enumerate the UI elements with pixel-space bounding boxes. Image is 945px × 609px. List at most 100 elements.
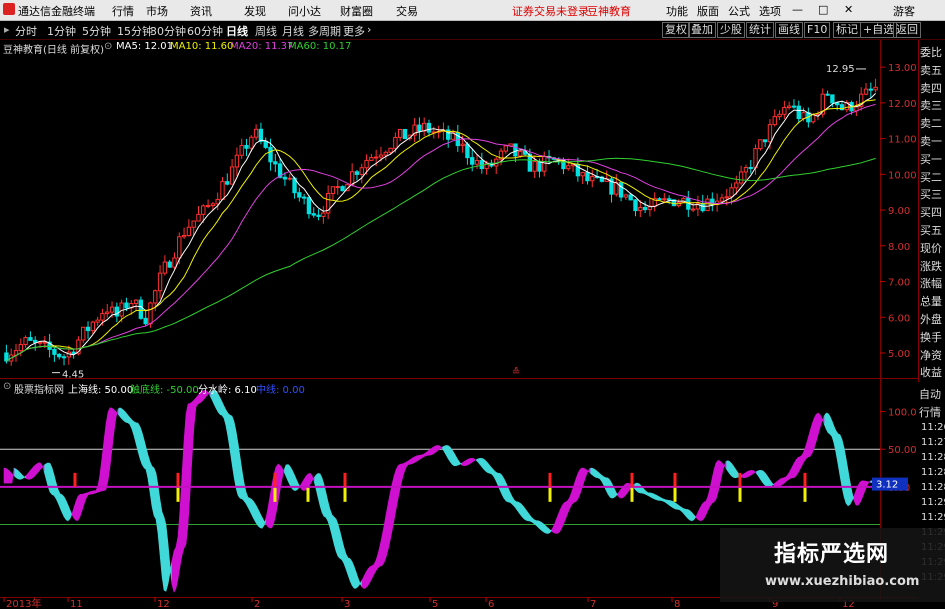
candle-up [205, 205, 211, 208]
candle-up [37, 341, 43, 344]
candle-down [402, 128, 408, 140]
quote-field-3: 卖三 [920, 99, 942, 113]
time-axis-label: 3 [344, 599, 350, 609]
quote-field-10: 买五 [920, 224, 942, 237]
candle-down [417, 124, 422, 132]
candle-up [705, 198, 710, 212]
candle-up [119, 302, 124, 317]
candle-up [81, 326, 86, 341]
candle-up [196, 213, 201, 222]
candle-up [801, 112, 806, 120]
candle-down [57, 353, 62, 358]
indicator-settings-icon[interactable]: ⊙ [3, 381, 11, 392]
candle-up [758, 139, 763, 150]
candle-up [863, 88, 869, 95]
indicator-watershed: 分水岭: 6.10 [198, 385, 257, 396]
signal-bar-red [803, 472, 807, 487]
candle-down [268, 146, 273, 163]
candle-up [542, 155, 547, 172]
candle-up [532, 161, 537, 172]
quote-field-17: 净资 [920, 348, 942, 362]
quote-field-13: 涨幅 [920, 277, 942, 291]
candle-down [52, 348, 57, 355]
candle-up [287, 177, 292, 180]
candle-up [229, 166, 235, 185]
indicator-tick-label: 100.0 [888, 408, 917, 419]
candle-up [378, 154, 384, 158]
time-axis-label: 7 [590, 599, 596, 609]
candle-up [133, 299, 139, 305]
candle-down [628, 194, 633, 201]
candle-up [393, 136, 398, 149]
price-tick-label: 8.00 [888, 242, 910, 253]
candle-up [210, 203, 216, 207]
current-value-label: 3.12 [876, 480, 898, 491]
price-tick-label: 11.00 [888, 135, 917, 146]
signal-bar-yellow [803, 487, 807, 502]
price-tick-label: 13.00 [888, 63, 917, 74]
quote-field-16: 换手 [920, 330, 942, 344]
signal-bar-red [343, 472, 347, 487]
candle-up [810, 114, 816, 123]
auto-field-0[interactable]: 自动 [919, 386, 941, 402]
indicator-mid-line: 中线: 0.00 [256, 385, 305, 396]
quote-field-1: 卖五 [920, 63, 942, 77]
candle-up [349, 171, 355, 186]
candle-up [388, 147, 393, 153]
candle-up [191, 220, 196, 228]
auto-quote-panel: 自动 行情 [918, 384, 945, 424]
quote-panel: 委比 卖五 卖四 卖三 卖二 卖一 买一 买二 买三 买四 买五 现价 涨跌 涨幅 总量 外盘 换手 净资 收益 [918, 40, 945, 382]
candle-up [580, 172, 585, 177]
candle-up [590, 176, 595, 182]
candle-down [114, 306, 120, 317]
price-tick-label: 12.00 [888, 99, 917, 110]
indicator-info-bar: ⊙ 股票指标网 上海线: 50.00 触底线: -50.00 分水岭: 6.10… [0, 380, 880, 396]
candle-down [71, 351, 76, 355]
candle-up [738, 171, 744, 184]
indicator-name[interactable]: 股票指标网 [14, 381, 64, 396]
candle-down [825, 93, 830, 96]
quote-field-4: 卖二 [920, 117, 942, 131]
candle-up [383, 151, 388, 156]
candle-up [729, 187, 734, 198]
candle-down [426, 122, 432, 133]
price-tick-label: 10.00 [888, 170, 917, 181]
candle-down [306, 197, 312, 215]
candle-up [623, 194, 629, 198]
candle-down [28, 337, 33, 341]
chart-canvas[interactable]: 13.00 12.00 11.00 10.00 9.00 8.00 7.00 6.00 5.00… [0, 0, 945, 609]
candle-down [470, 157, 475, 165]
signal-bar-yellow [673, 487, 677, 502]
auto-field-1[interactable]: 行情 [919, 404, 941, 420]
candle-down [479, 160, 484, 170]
candle-down [354, 171, 360, 175]
time-tick-label: 11:28 [921, 467, 945, 478]
time-axis-label: 5 [432, 599, 438, 609]
watermark-title: 指标严选网 [774, 542, 890, 567]
candle-up [719, 197, 725, 202]
signal-bar-yellow [176, 487, 180, 502]
indicator-bottom-line: 触底线: -50.00 [130, 385, 199, 396]
signal-bar-yellow [306, 487, 310, 502]
candle-down [796, 105, 801, 120]
candle-down [762, 139, 768, 143]
time-tick-label: 11:28 [921, 452, 945, 463]
candle-up [873, 86, 878, 91]
candle-down [657, 198, 662, 201]
candle-up [359, 167, 364, 175]
candle-down [85, 326, 91, 332]
candle-down [167, 261, 172, 268]
candle-up [777, 113, 782, 118]
time-axis-label: 6 [488, 599, 494, 609]
time-tick-label: 11:27 [921, 437, 945, 448]
candle-up [724, 196, 729, 199]
candle-up [109, 306, 115, 313]
quote-field-11: 现价 [920, 241, 942, 255]
candle-down [700, 203, 705, 212]
candle-up [772, 116, 777, 126]
candle-down [618, 182, 624, 198]
candle-up [95, 319, 100, 323]
time-tick-label: 11:28 [921, 482, 945, 493]
candle-down [244, 144, 249, 149]
candle-down [297, 192, 302, 198]
